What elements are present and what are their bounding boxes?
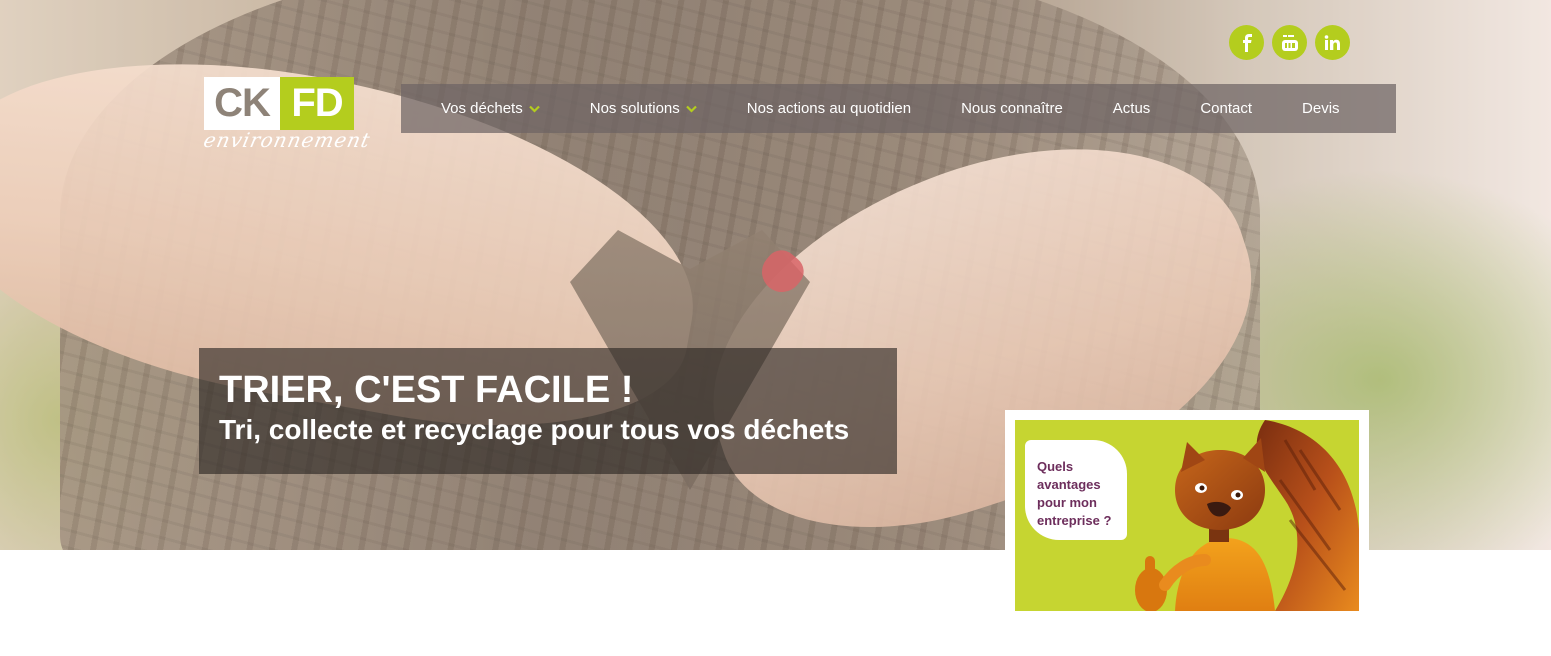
chevron-down-icon xyxy=(686,105,697,113)
nav-item-vos-dechets[interactable]: Vos déchets xyxy=(441,100,540,117)
page: CK FD environnement Vos déchets Nos solu… xyxy=(0,0,1551,656)
chevron-down-icon xyxy=(528,105,540,113)
youtube-link[interactable] xyxy=(1272,25,1307,60)
site-logo[interactable]: CK FD environnement xyxy=(201,77,373,157)
linkedin-icon xyxy=(1324,34,1340,50)
hero-headline-box: TRIER, C'EST FACILE ! Tri, collecte et r… xyxy=(199,348,897,474)
nav-item-label: Nous connaître xyxy=(961,100,1063,117)
nav-item-nous-connaitre[interactable]: Nous connaître xyxy=(961,100,1063,117)
logo-ck: CK xyxy=(204,77,280,130)
nav-item-nos-actions[interactable]: Nos actions au quotidien xyxy=(747,100,911,117)
linkedin-link[interactable] xyxy=(1315,25,1350,60)
nav-item-devis[interactable]: Devis xyxy=(1302,100,1340,117)
nav-item-nos-solutions[interactable]: Nos solutions xyxy=(590,100,697,117)
nav-item-label: Devis xyxy=(1302,100,1340,117)
hero-subtitle: Tri, collecte et recyclage pour tous vos… xyxy=(219,414,850,445)
main-navigation: Vos déchets Nos solutions Nos actions au… xyxy=(401,84,1396,133)
nav-item-label: Nos actions au quotidien xyxy=(746,100,912,117)
promo-line: avantages xyxy=(1037,477,1101,492)
promo-line: pour mon xyxy=(1037,495,1097,510)
promo-card-image: Quels avantages pour mon entreprise ? xyxy=(1015,420,1359,611)
facebook-link[interactable] xyxy=(1229,25,1264,60)
promo-card-advantages[interactable]: Quels avantages pour mon entreprise ? xyxy=(1005,410,1369,621)
youtube-icon xyxy=(1281,34,1298,51)
promo-line: Quels xyxy=(1037,459,1074,474)
logo-fd: FD xyxy=(280,77,354,130)
promo-speech-bubble: Quels avantages pour mon entreprise ? xyxy=(1025,440,1127,540)
nav-item-actus[interactable]: Actus xyxy=(1113,100,1151,117)
facebook-icon xyxy=(1242,33,1252,52)
nav-item-label: Vos déchets xyxy=(441,100,523,117)
logo-tagline: environnement xyxy=(201,128,373,152)
social-links xyxy=(1229,25,1350,60)
nav-item-label: Actus xyxy=(1112,100,1151,117)
nav-item-contact[interactable]: Contact xyxy=(1200,100,1252,117)
promo-line: entreprise ? xyxy=(1037,513,1112,528)
nav-item-label: Contact xyxy=(1200,100,1253,117)
hero-title: TRIER, C'EST FACILE ! xyxy=(219,369,634,411)
nav-item-label: Nos solutions xyxy=(589,100,680,117)
squirrel-mascot-illustration xyxy=(1135,420,1359,611)
